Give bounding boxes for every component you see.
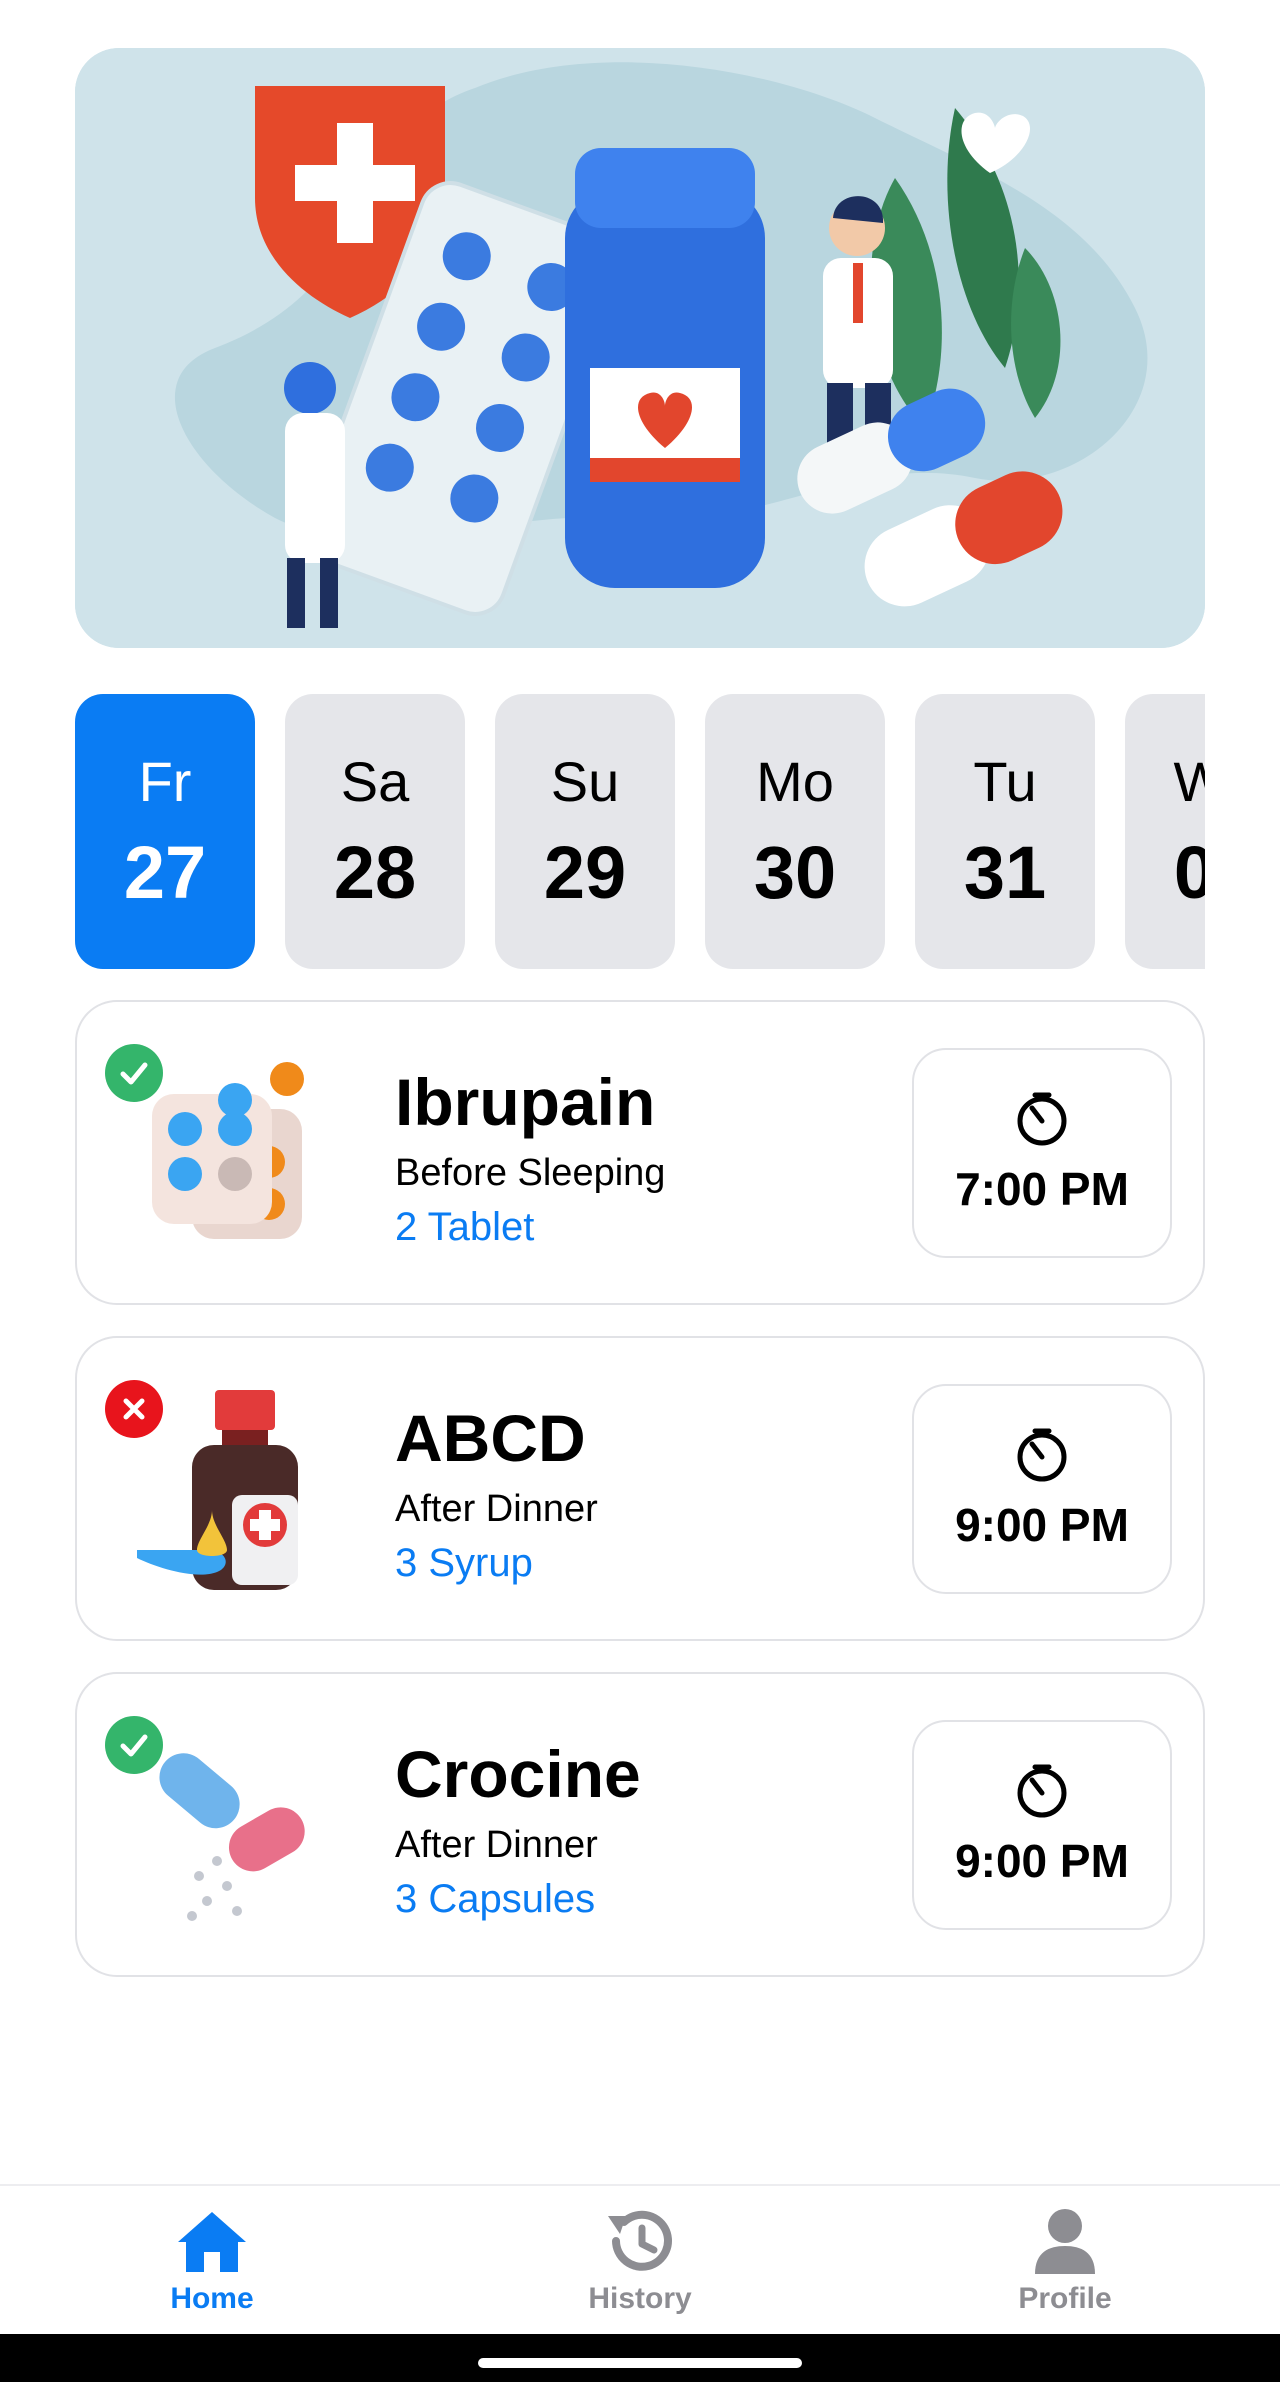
tablet-icon [137, 1054, 327, 1254]
day-chip-we[interactable]: We 01 [1125, 694, 1205, 969]
day-number: 31 [963, 830, 1047, 914]
day-number: 30 [753, 830, 837, 914]
bottom-navigation: Home History Profile [0, 2184, 1280, 2334]
day-number: 27 [123, 830, 207, 914]
medicine-timing: Before Sleeping [395, 1152, 666, 1194]
medicine-dose: 3 Capsules [395, 1877, 596, 1921]
day-chip-mo[interactable]: Mo 30 [705, 694, 885, 969]
profile-icon [1035, 2209, 1095, 2274]
medicine-card[interactable]: Crocine After Dinner 3 Capsules 9:00 PM [75, 1672, 1205, 1977]
timer-icon [1017, 1428, 1067, 1482]
day-chip-su[interactable]: Su 29 [495, 694, 675, 969]
day-number: 29 [543, 830, 627, 914]
nav-label: Profile [1018, 2282, 1112, 2315]
syrup-icon [137, 1390, 327, 1590]
time-label: 7:00 PM [955, 1163, 1129, 1215]
nav-label: Home [170, 2282, 254, 2315]
day-chip-fr[interactable]: Fr 27 [75, 694, 255, 969]
day-name: Su [550, 749, 620, 813]
medicine-name: ABCD [395, 1401, 586, 1475]
hero-illustration [75, 48, 1205, 648]
timer-icon [1017, 1764, 1067, 1818]
day-chip-sa[interactable]: Sa 28 [285, 694, 465, 969]
medicine-timing: After Dinner [395, 1824, 598, 1866]
reminder-time[interactable]: 9:00 PM [912, 1384, 1172, 1594]
day-name: We [1173, 749, 1206, 813]
medicine-card[interactable]: Ibrupain Before Sleeping 2 Tablet 7:00 P… [75, 1000, 1205, 1305]
medicine-timing: After Dinner [395, 1488, 598, 1530]
day-number: 01 [1173, 830, 1205, 914]
day-name: Sa [340, 749, 410, 813]
nav-label: History [588, 2282, 692, 2315]
nav-profile[interactable]: Profile [915, 2186, 1215, 2336]
nav-history[interactable]: History [490, 2186, 790, 2336]
medicine-dose: 3 Syrup [395, 1541, 533, 1585]
medicine-name: Ibrupain [395, 1065, 656, 1139]
history-icon [608, 2210, 672, 2271]
home-screen: Fr 27 Sa 28 Su 29 Mo 30 Tu 31 We 01 [0, 0, 1280, 2382]
day-number: 28 [333, 830, 417, 914]
home-icon [178, 2212, 246, 2272]
reminder-time[interactable]: 7:00 PM [912, 1048, 1172, 1258]
capsule-icon [137, 1726, 327, 1926]
reminder-time[interactable]: 9:00 PM [912, 1720, 1172, 1930]
day-chip-tu[interactable]: Tu 31 [915, 694, 1095, 969]
nav-home[interactable]: Home [62, 2186, 362, 2336]
day-name: Mo [756, 749, 834, 813]
day-name: Tu [973, 749, 1037, 813]
day-name: Fr [138, 749, 192, 813]
timer-icon [1017, 1092, 1067, 1146]
day-selector: Fr 27 Sa 28 Su 29 Mo 30 Tu 31 We 01 [75, 694, 1205, 969]
time-label: 9:00 PM [955, 1499, 1129, 1551]
medicine-card[interactable]: ABCD After Dinner 3 Syrup 9:00 PM [75, 1336, 1205, 1641]
medicine-dose: 2 Tablet [395, 1205, 535, 1249]
medicine-name: Crocine [395, 1737, 641, 1811]
time-label: 9:00 PM [955, 1835, 1129, 1887]
home-indicator[interactable] [478, 2358, 802, 2368]
